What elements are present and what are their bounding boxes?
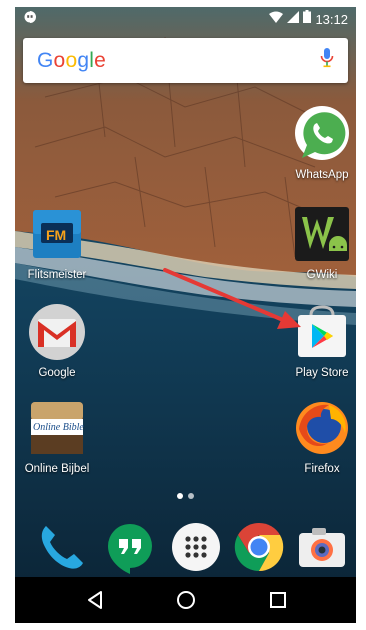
recents-icon[interactable] bbox=[267, 589, 289, 611]
back-icon[interactable] bbox=[85, 589, 107, 611]
phone-icon[interactable] bbox=[34, 520, 88, 574]
page-indicator bbox=[177, 493, 194, 499]
app-drawer-icon[interactable] bbox=[169, 520, 223, 574]
navigation-bar bbox=[15, 577, 356, 623]
home-icon[interactable] bbox=[175, 589, 197, 611]
chrome-icon[interactable] bbox=[232, 520, 286, 574]
hangouts-icon[interactable] bbox=[103, 520, 157, 574]
phone-screen: 13:12 Google WhatsApp FM Flitsmeister GW… bbox=[15, 7, 356, 623]
dock bbox=[15, 514, 356, 576]
camera-icon[interactable] bbox=[295, 520, 349, 574]
page-dot bbox=[188, 493, 194, 499]
page-dot bbox=[177, 493, 183, 499]
